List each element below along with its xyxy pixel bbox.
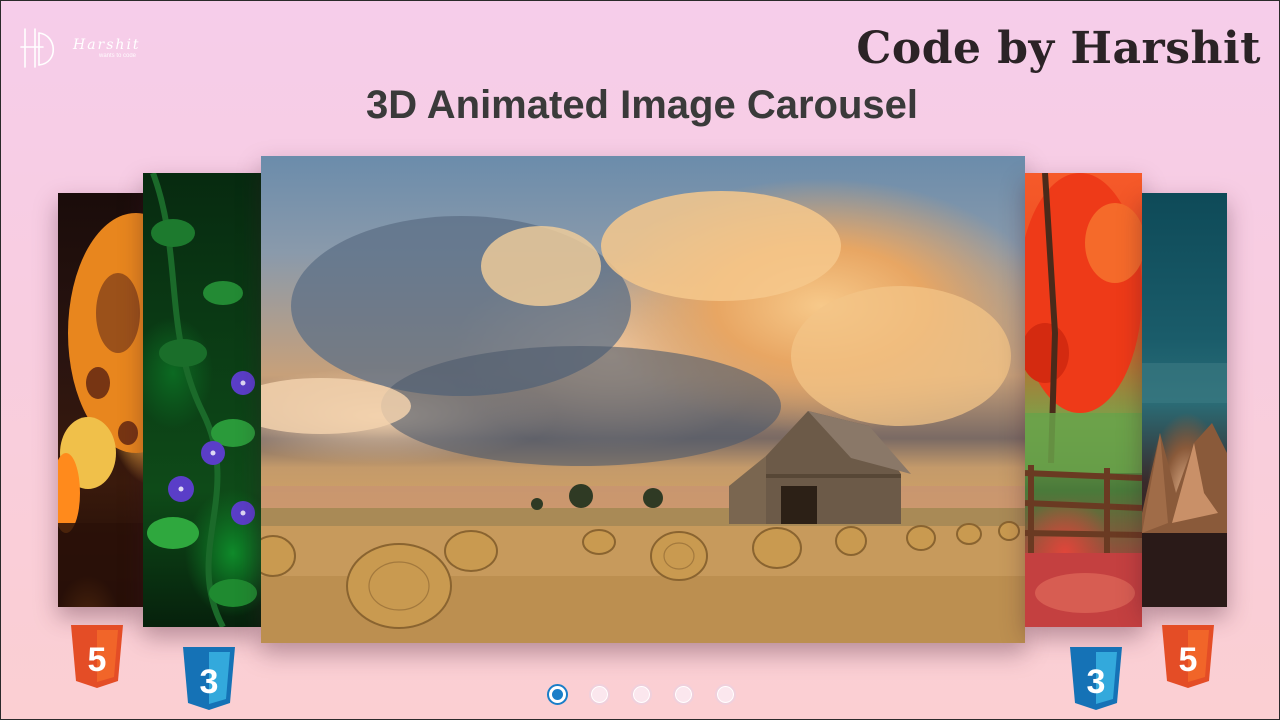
html5-icon: 5 bbox=[71, 625, 123, 688]
carousel-dot-4[interactable] bbox=[673, 684, 694, 705]
page-title: 3D Animated Image Carousel bbox=[365, 83, 918, 127]
barn-sunset-image bbox=[261, 191, 1025, 643]
css3-icon: 3 bbox=[1070, 647, 1122, 710]
flowers-image bbox=[147, 173, 257, 627]
carousel-slide-near-left[interactable] bbox=[143, 173, 261, 627]
html5-label: 5 bbox=[88, 641, 107, 679]
rocks-image bbox=[1142, 363, 1227, 607]
autumn-tree-image bbox=[1025, 173, 1142, 627]
byline: Code by Harshit bbox=[856, 23, 1261, 74]
html5-icon: 5 bbox=[1162, 625, 1214, 688]
brand-tagline: wants to code bbox=[99, 53, 137, 59]
carousel-slide-far-left[interactable] bbox=[58, 193, 144, 607]
css3-icon: 3 bbox=[183, 647, 235, 710]
carousel-slide-active[interactable] bbox=[261, 156, 1025, 643]
carousel-dots bbox=[547, 684, 736, 705]
html5-label: 5 bbox=[1179, 641, 1198, 679]
css3-label: 3 bbox=[200, 663, 219, 701]
brand-name: Harshit bbox=[73, 37, 141, 53]
brand-logo: Harshit wants to code bbox=[19, 25, 141, 71]
css3-label: 3 bbox=[1087, 663, 1106, 701]
carousel-slide-far-right[interactable] bbox=[1142, 193, 1227, 607]
carousel-dot-3[interactable] bbox=[631, 684, 652, 705]
carousel-slide-near-right[interactable] bbox=[1025, 173, 1142, 627]
carousel-dot-2[interactable] bbox=[589, 684, 610, 705]
hd-monogram-icon bbox=[20, 28, 54, 68]
balloon-image bbox=[58, 213, 144, 607]
carousel-dot-5[interactable] bbox=[715, 684, 736, 705]
carousel-dot-1[interactable] bbox=[547, 684, 568, 705]
